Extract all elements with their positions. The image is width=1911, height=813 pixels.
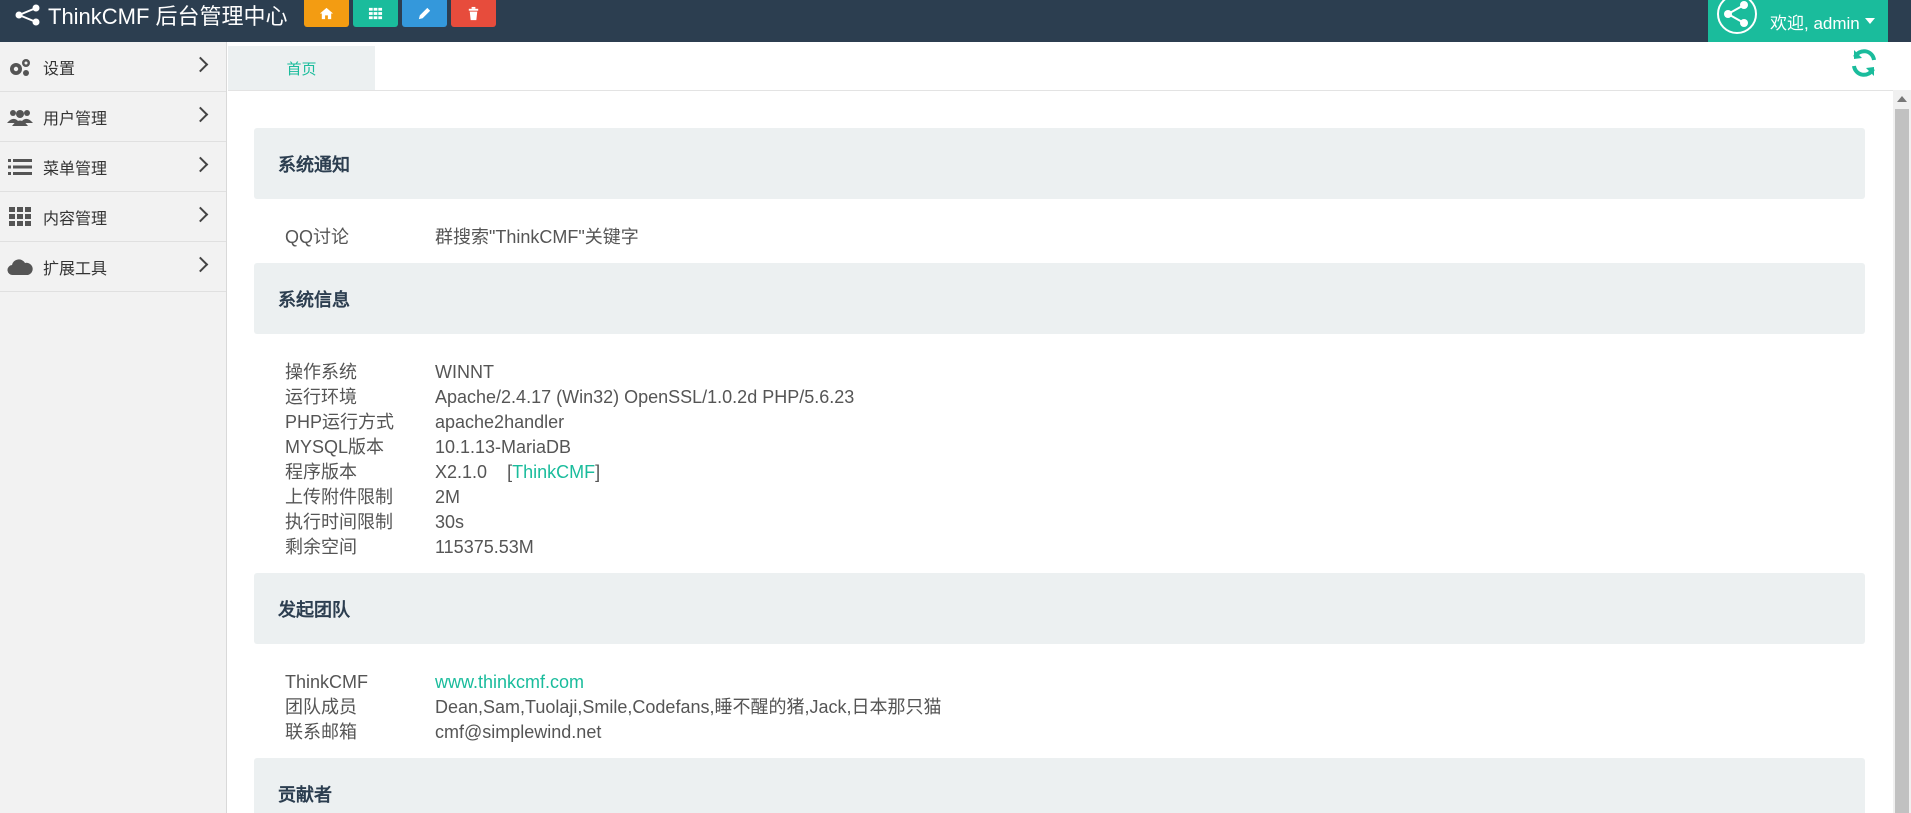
kv-key: 操作系统 [285,362,357,382]
kv-value: apache2handler [435,412,565,432]
section-title: 发起团队 [278,599,350,620]
trash-icon [468,6,479,21]
vertical-scrollbar[interactable] [1893,90,1911,813]
sidebar-item-label: 内容管理 [43,210,108,228]
edit-button[interactable] [402,0,447,27]
app-grid-button[interactable] [353,0,398,27]
kv-value: Dean,Sam,Tuolaji,Smile,Codefans,睡不醒的猪,Ja… [435,697,942,717]
chevron-right-icon [192,206,209,223]
th-icon [7,206,33,228]
welcome-text: 欢迎, admin [1770,13,1860,33]
kv-value: 2M [435,487,461,507]
sidebar-item-settings[interactable]: 设置 [0,42,226,92]
caret-down-icon [1864,18,1875,24]
chevron-right-icon [192,106,209,123]
kv-value: WINNT [435,362,494,382]
kv-value: Apache/2.4.17 (Win32) OpenSSL/1.0.2d PHP… [435,387,855,407]
kv-key: 联系邮箱 [285,722,357,742]
scrollbar-thumb[interactable] [1895,109,1909,813]
kv-key: MYSQL版本 [285,437,385,457]
tab-home[interactable]: 首页 [228,46,375,90]
user-menu[interactable]: 欢迎, admin [1708,0,1888,42]
website-link[interactable]: www.thinkcmf.com [435,670,584,695]
clear-cache-button[interactable] [451,0,496,27]
kv-key: PHP运行方式 [285,412,395,432]
kv-key: QQ讨论 [285,227,350,247]
tab-bar: 首页 [228,42,1911,91]
section-title: 贡献者 [278,784,332,805]
section-title: 系统信息 [278,289,350,310]
sidebar: 设置 用户管理 菜单管理 内容管理 扩展工具 [0,42,227,813]
share-logo-icon [15,4,40,26]
grid-icon [368,7,383,20]
bracket-close: ] [595,462,601,482]
thinkcmf-link[interactable]: ThinkCMF [512,462,595,482]
kv-value: 115375.53M [435,537,534,557]
sidebar-item-menu[interactable]: 菜单管理 [0,142,226,192]
sidebar-item-users[interactable]: 用户管理 [0,92,226,142]
kv-key: 团队成员 [285,697,357,717]
kv-key: 程序版本 [285,462,357,482]
kv-value: 10.1.13-MariaDB [435,437,572,457]
sidebar-item-extensions[interactable]: 扩展工具 [0,242,226,292]
kv-key: 上传附件限制 [285,487,393,507]
refresh-icon[interactable] [1848,47,1880,79]
share-avatar-icon [1717,0,1757,34]
sidebar-item-label: 菜单管理 [43,160,108,178]
kv-value: cmf@simplewind.net [435,722,602,742]
kv-key: 运行环境 [285,387,357,407]
sidebar-item-label: 用户管理 [43,110,108,128]
kv-key: 剩余空间 [285,537,357,557]
kv-value: 群搜索"ThinkCMF"关键字 [435,227,639,247]
section-header-contributors: 贡献者 [254,758,1865,813]
chevron-right-icon [192,256,209,273]
brand[interactable]: ThinkCMF 后台管理中心 [14,0,288,30]
section-header-notice: 系统通知 [254,128,1865,199]
pencil-icon [418,7,431,20]
sidebar-item-label: 设置 [43,60,76,78]
chevron-right-icon [192,156,209,173]
chevron-right-icon [192,56,209,73]
kv-key: ThinkCMF [285,672,369,692]
section-header-sysinfo: 系统信息 [254,263,1865,334]
sidebar-item-content[interactable]: 内容管理 [0,192,226,242]
gears-icon [7,56,33,78]
version-text: X2.1.0 [435,462,488,482]
top-navbar: ThinkCMF 后台管理中心 欢迎, admin [0,0,1911,42]
sidebar-item-label: 扩展工具 [43,260,108,278]
main-content: 系统通知 QQ讨论 群搜索"ThinkCMF"关键字 系统信息 操作系统 WIN… [228,91,1893,813]
avatar [1716,0,1758,35]
home-button[interactable] [304,0,349,27]
kv-value: 30s [435,512,465,532]
section-title: 系统通知 [278,154,350,175]
tab-label: 首页 [286,60,317,78]
kv-key: 执行时间限制 [285,512,393,532]
cloud-icon [7,256,33,278]
home-icon [319,7,334,20]
users-icon [7,106,33,128]
list-icon [7,156,33,178]
kv-value: X2.1.0 [ThinkCMF] [435,460,600,485]
section-header-team: 发起团队 [254,573,1865,644]
scroll-up-arrow-icon[interactable] [1897,96,1907,102]
brand-title: ThinkCMF 后台管理中心 [48,4,288,29]
